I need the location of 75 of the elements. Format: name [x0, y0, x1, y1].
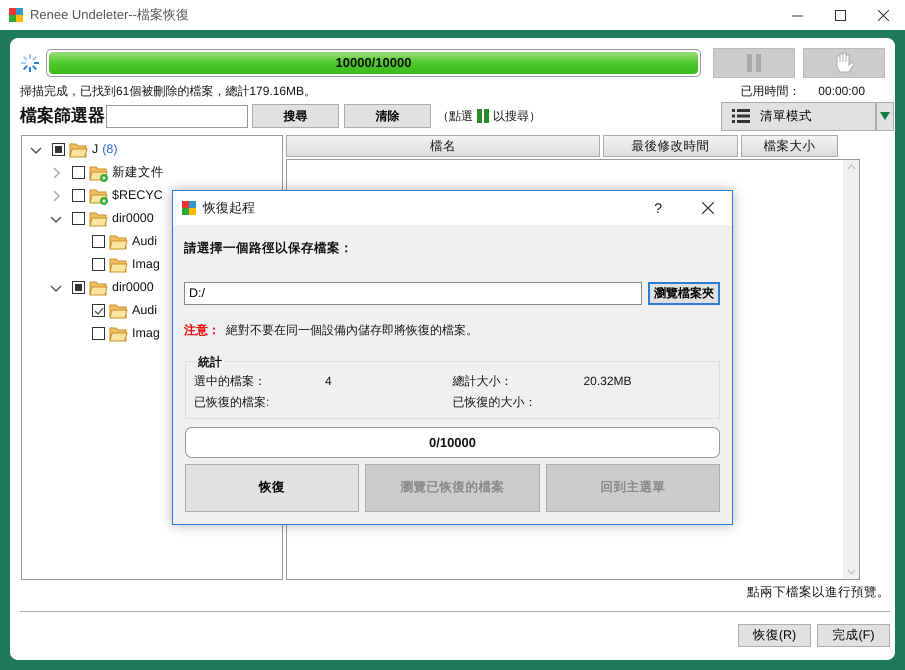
- filter-field[interactable]: [106, 104, 248, 128]
- help-button[interactable]: ?: [654, 198, 662, 218]
- caret-icon: [880, 112, 890, 120]
- checkbox[interactable]: [92, 258, 105, 271]
- folder-icon: [69, 140, 88, 158]
- list-icon: [732, 109, 750, 123]
- app-icon: [8, 7, 24, 23]
- stat-label: 已恢復的大小：: [452, 394, 538, 411]
- filter-label: 檔案篩選器: [20, 105, 105, 128]
- clear-button[interactable]: 清除: [344, 104, 431, 128]
- tree-label[interactable]: Imag: [132, 255, 160, 274]
- footer-button[interactable]: 恢復(R): [738, 624, 811, 647]
- stat-value: 4: [325, 372, 332, 390]
- checkbox[interactable]: [92, 235, 105, 248]
- folder-icon: [89, 210, 108, 228]
- preview-hint: 點兩下檔案以進行預覽。: [747, 585, 890, 599]
- item-count: (8): [102, 141, 118, 158]
- checkbox[interactable]: [72, 166, 85, 179]
- folder-icon: [89, 278, 108, 296]
- tree-label[interactable]: Imag: [132, 324, 160, 343]
- statistics-title: 統計: [196, 352, 224, 371]
- maximize-icon[interactable]: [835, 10, 846, 20]
- spinner-icon: [20, 53, 40, 73]
- view-mode-button[interactable]: 清單模式: [721, 102, 876, 130]
- folder-add-icon: [89, 186, 108, 204]
- checkbox[interactable]: [72, 281, 85, 294]
- tree-label[interactable]: Audi: [132, 232, 158, 251]
- checkbox[interactable]: [52, 143, 65, 156]
- tree-label[interactable]: dir0000: [112, 209, 154, 228]
- search-button[interactable]: 搜尋: [252, 104, 339, 128]
- stat-label: 總計大小：: [452, 372, 514, 390]
- filter-toggle-icon: [477, 109, 489, 123]
- checkbox[interactable]: [72, 212, 85, 225]
- hint-text: （點選: [437, 108, 473, 125]
- tree-label[interactable]: 新建文件: [112, 163, 164, 182]
- scan-status: 掃描完成，已找到61個被刪除的檔案，總計179.16MB。: [20, 83, 316, 100]
- checkbox[interactable]: [92, 327, 105, 340]
- folder-icon: [109, 232, 128, 250]
- check-icon: [94, 306, 104, 314]
- tree-label[interactable]: $RECYC: [112, 186, 163, 205]
- footer-button[interactable]: 完成(F): [817, 624, 890, 647]
- tree-label[interactable]: Audi: [132, 301, 158, 320]
- checkbox[interactable]: [72, 189, 85, 202]
- browse-folder-button[interactable]: 瀏覽檔案夾: [648, 282, 720, 305]
- checkbox[interactable]: [92, 304, 105, 317]
- hint-text: 以搜尋）: [493, 108, 541, 125]
- close-icon[interactable]: [702, 202, 714, 214]
- tree-label[interactable]: J: [92, 140, 98, 159]
- progress-reading: 0/10000: [429, 434, 476, 452]
- close-icon[interactable]: [878, 10, 889, 20]
- dialog-button[interactable]: 恢復: [185, 464, 360, 512]
- elapsed-time: 00:00:00: [818, 83, 865, 100]
- progress-reading: 10000/10000: [336, 54, 412, 72]
- app-icon: [181, 200, 197, 216]
- stat-value: 20.32MB: [584, 372, 632, 390]
- folder-icon: [109, 324, 128, 342]
- column-header[interactable]: 檔名: [286, 135, 600, 157]
- folder-icon: [109, 256, 128, 274]
- hand-icon: [834, 52, 854, 74]
- tree-label[interactable]: dir0000: [112, 278, 154, 297]
- folder-icon: [109, 302, 128, 320]
- column-header[interactable]: 檔案大小: [741, 135, 838, 157]
- dialog-prompt: 請選擇一個路徑以保存檔案：: [184, 240, 354, 257]
- folder-add-icon: [89, 164, 108, 182]
- warning-label: 注意：: [184, 322, 220, 339]
- dropdown-button[interactable]: [876, 102, 894, 130]
- stat-label: 選中的檔案：: [194, 372, 267, 390]
- elapsed-label: 已用時間：: [740, 83, 800, 100]
- warning-text: 絕對不要在同一個設備內儲存即將恢復的檔案。: [226, 322, 478, 339]
- path-field[interactable]: D:/: [184, 282, 642, 305]
- stat-label: 已恢復的檔案:: [194, 394, 270, 411]
- window-title: Renee Undeleter--檔案恢復: [30, 6, 189, 24]
- dialog-title: 恢復起程: [203, 199, 255, 218]
- pause-icon: [747, 54, 761, 72]
- column-header[interactable]: 最後修改時間: [603, 135, 738, 157]
